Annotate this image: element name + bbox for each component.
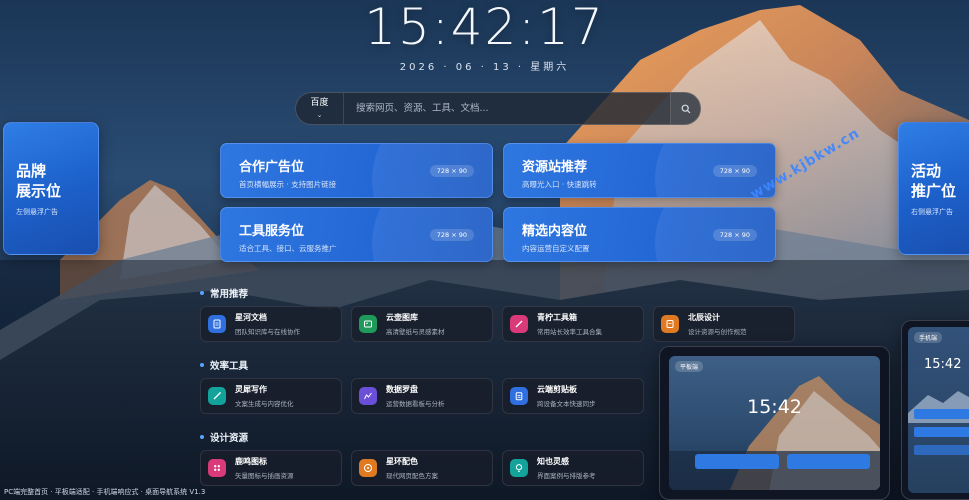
tool-desc: 矢量图标与插画资源 xyxy=(235,472,294,480)
tool-name: 星河文档 xyxy=(235,313,267,322)
tool-desc: 常用站长效率工具合集 xyxy=(537,328,602,336)
section-title-recommended: 常用推荐 xyxy=(200,286,248,300)
ad-card-title: 精选内容位 xyxy=(522,224,588,239)
side-ad-subtitle: 右侧悬浮广告 xyxy=(911,208,953,216)
tool-desc: 现代网页配色方案 xyxy=(386,472,438,480)
section-dot-icon xyxy=(200,291,204,295)
tool-card[interactable]: 数据罗盘 运营数据看板与分析 xyxy=(351,378,493,414)
ad-card-tool-service[interactable]: 工具服务位 适合工具、接口、云服务推广 728 × 90 xyxy=(220,207,493,262)
clock-time: 15:42:17 xyxy=(364,0,605,56)
tool-name: 云壶图库 xyxy=(386,313,418,322)
tablet-ad-block xyxy=(695,454,779,469)
tool-desc: 运营数据看板与分析 xyxy=(386,400,445,408)
ad-card-title: 合作广告位 xyxy=(239,160,305,175)
search-icon xyxy=(681,104,690,113)
tablet-buttons xyxy=(695,454,870,469)
tablet-label: 平板端 xyxy=(675,361,704,372)
phone-ad-block xyxy=(914,409,969,419)
side-ad-right[interactable]: 活动 推广位 右侧悬浮广告 xyxy=(898,122,969,255)
ad-size-badge: 728 × 90 xyxy=(429,229,474,241)
phone-preview: 手机端 15:42 xyxy=(901,320,969,500)
tablet-preview: 平板端 15:42 xyxy=(659,346,890,500)
tablet-ad-block xyxy=(786,454,870,469)
ad-card-subtitle: 首页横幅展示 · 支持图片链接 xyxy=(239,180,337,189)
phone-ad-block xyxy=(914,427,969,437)
wand-icon xyxy=(208,387,226,405)
phone-label: 手机端 xyxy=(914,332,943,343)
tablet-time: 15:42 xyxy=(747,396,802,418)
tablet-wallpaper xyxy=(669,376,880,490)
tool-desc: 界面案例与排版参考 xyxy=(537,472,596,480)
footer-caption: PC端完整首页 · 平板端适配 · 手机端响应式 · 桌面导航系统 V1.3 xyxy=(4,488,206,496)
search-engine-label: 百度 xyxy=(310,97,329,108)
ad-card-subtitle: 适合工具、接口、云服务推广 xyxy=(239,244,337,253)
tool-desc: 跨设备文本快速同步 xyxy=(537,400,596,408)
side-ad-subtitle: 左侧悬浮广告 xyxy=(16,208,58,216)
tool-card[interactable]: 灵犀写作 文案生成与内容优化 xyxy=(200,378,342,414)
search-input[interactable] xyxy=(344,93,670,124)
tool-desc: 高清壁纸与灵感素材 xyxy=(386,328,445,336)
section-dot-icon xyxy=(200,363,204,367)
tool-card[interactable]: 鹿鸣图标 矢量图标与插画资源 xyxy=(200,450,342,486)
ad-size-badge: 728 × 90 xyxy=(712,165,757,177)
bulb-icon xyxy=(510,459,528,477)
side-ad-left[interactable]: 品牌 展示位 左侧悬浮广告 xyxy=(3,122,99,255)
chart-icon xyxy=(359,387,377,405)
tool-card[interactable]: 青柠工具箱 常用站长效率工具合集 xyxy=(502,306,644,342)
tool-card[interactable]: 北辰设计 设计资源与创作规范 xyxy=(653,306,795,342)
phone-time: 15:42 xyxy=(924,357,962,372)
phone-ad-block xyxy=(914,445,969,455)
grid-icon xyxy=(208,459,226,477)
tool-card[interactable]: 云端剪贴板 跨设备文本快速同步 xyxy=(502,378,644,414)
tool-name: 青柠工具箱 xyxy=(537,313,577,322)
chevron-down-icon: ⌄ xyxy=(316,110,323,119)
tool-name: 北辰设计 xyxy=(688,313,720,322)
tool-desc: 设计资源与创作规范 xyxy=(688,328,747,336)
pen-icon xyxy=(510,315,528,333)
image-icon xyxy=(359,315,377,333)
note-icon xyxy=(661,315,679,333)
tool-name: 鹿鸣图标 xyxy=(235,457,267,466)
document-icon xyxy=(208,315,226,333)
tool-card[interactable]: 云壶图库 高清壁纸与灵感素材 xyxy=(351,306,493,342)
ad-size-badge: 728 × 90 xyxy=(429,165,474,177)
ad-card-featured[interactable]: 精选内容位 内容运营自定义配置 728 × 90 xyxy=(503,207,776,262)
side-ad-title: 品牌 展示位 xyxy=(16,162,62,200)
phone-screen: 手机端 15:42 xyxy=(908,327,969,493)
tool-card[interactable]: 星河文档 团队知识库与在线协作 xyxy=(200,306,342,342)
search-button[interactable] xyxy=(670,93,700,124)
ad-card-title: 工具服务位 xyxy=(239,224,305,239)
tablet-screen: 平板端 15:42 xyxy=(669,356,880,490)
ad-card-partner[interactable]: 合作广告位 首页横幅展示 · 支持图片链接 728 × 90 xyxy=(220,143,493,198)
tool-name: 数据罗盘 xyxy=(386,385,418,394)
tool-name: 灵犀写作 xyxy=(235,385,267,394)
tool-card[interactable]: 星环配色 现代网页配色方案 xyxy=(351,450,493,486)
section-dot-icon xyxy=(200,435,204,439)
side-ad-title: 活动 推广位 xyxy=(911,162,957,200)
section-title-design: 设计资源 xyxy=(200,430,248,444)
tool-desc: 团队知识库与在线协作 xyxy=(235,328,300,336)
ad-size-badge: 728 × 90 xyxy=(712,229,757,241)
ad-card-subtitle: 内容运营自定义配置 xyxy=(522,244,590,253)
tool-desc: 文案生成与内容优化 xyxy=(235,400,294,408)
palette-icon xyxy=(359,459,377,477)
search-engine-selector[interactable]: 百度 ⌄ xyxy=(296,93,344,124)
ad-card-subtitle: 高曝光入口 · 快速跳转 xyxy=(522,180,597,189)
section-title-efficiency: 效率工具 xyxy=(200,358,248,372)
ad-card-title: 资源站推荐 xyxy=(522,160,588,175)
tool-name: 云端剪贴板 xyxy=(537,385,577,394)
tool-card[interactable]: 知也灵感 界面案例与排版参考 xyxy=(502,450,644,486)
clock-date: 2026 · 06 · 13 · 星期六 xyxy=(399,62,570,73)
clipboard-icon xyxy=(510,387,528,405)
tool-name: 星环配色 xyxy=(386,457,418,466)
search-bar: 百度 ⌄ xyxy=(295,92,701,125)
tool-name: 知也灵感 xyxy=(537,457,569,466)
ad-card-resource[interactable]: 资源站推荐 高曝光入口 · 快速跳转 728 × 90 xyxy=(503,143,776,198)
